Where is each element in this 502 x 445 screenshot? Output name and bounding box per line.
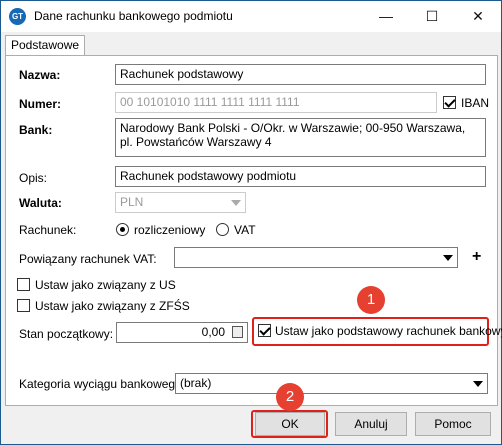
tab-panel: Nazwa: Rachunek podstawowy Numer: 00 101… [5,55,502,406]
maximize-button[interactable]: ☐ [409,1,455,32]
opis-input[interactable]: Rachunek podstawowy podmiotu [115,166,486,187]
stan-label: Stan początkowy: [19,327,114,341]
anuluj-button[interactable]: Anuluj [335,412,407,436]
powiazany-select[interactable] [174,247,458,268]
ustaw-us-checkbox[interactable] [17,278,30,291]
window-title: Dane rachunku bankowego podmiotu [34,9,233,23]
nazwa-label: Nazwa: [19,68,61,82]
title-bar[interactable]: GT Dane rachunku bankowego podmiotu — ☐ … [1,1,501,32]
annotation-badge-2: 2 [276,383,304,411]
rachunek-label: Rachunek: [19,223,77,237]
kategoria-value: (brak) [180,376,212,390]
radio-vat[interactable] [216,223,229,236]
app-logo-icon: GT [9,8,26,25]
chevron-down-icon [443,255,453,261]
iban-checkbox[interactable] [443,96,456,109]
ustaw-zfss-label: Ustaw jako związany z ZFŚS [35,299,190,313]
radio-rozliczeniowy-label: rozliczeniowy [134,223,206,237]
kategoria-select[interactable]: (brak) [175,373,488,394]
dialog-window: GT Dane rachunku bankowego podmiotu — ☐ … [0,0,502,445]
radio-vat-label: VAT [234,223,256,237]
numer-label: Numer: [19,97,62,111]
podstawowy-checkbox[interactable] [258,324,271,337]
stan-value: 0,00 [201,325,225,339]
waluta-select[interactable]: PLN [115,192,246,213]
add-icon[interactable]: + [472,248,481,266]
calculator-icon[interactable] [232,326,243,338]
radio-rozliczeniowy[interactable] [116,223,129,236]
opis-label: Opis: [19,171,48,185]
numer-input[interactable]: 00 10101010 1111 1111 1111 1111 [115,92,437,113]
tab-strip: Podstawowe [2,32,500,56]
annotation-badge-1: 1 [357,286,385,314]
chevron-down-icon [231,200,241,206]
kategoria-label: Kategoria wyciągu bankowego: [19,377,186,391]
minimize-button[interactable]: — [363,1,409,32]
waluta-value: PLN [120,195,144,209]
close-button[interactable]: ✕ [455,1,501,32]
ustaw-us-label: Ustaw jako związany z US [35,278,176,292]
nazwa-input[interactable]: Rachunek podstawowy [115,64,486,85]
ok-button[interactable]: OK [255,412,325,436]
chevron-down-icon [473,381,483,387]
tab-podstawowe[interactable]: Podstawowe [5,35,86,56]
bank-input[interactable]: Narodowy Bank Polski - O/Okr. w Warszawi… [115,118,486,157]
pomoc-button[interactable]: Pomoc [415,412,491,436]
bank-label: Bank: [19,123,53,137]
iban-label: IBAN [461,96,490,110]
powiazany-label: Powiązany rachunek VAT: [19,252,157,266]
waluta-label: Waluta: [19,196,62,210]
stan-input[interactable]: 0,00 [116,322,248,343]
ustaw-zfss-checkbox[interactable] [17,299,30,312]
podstawowy-label: Ustaw jako podstawowy rachunek bankowy [275,324,502,338]
